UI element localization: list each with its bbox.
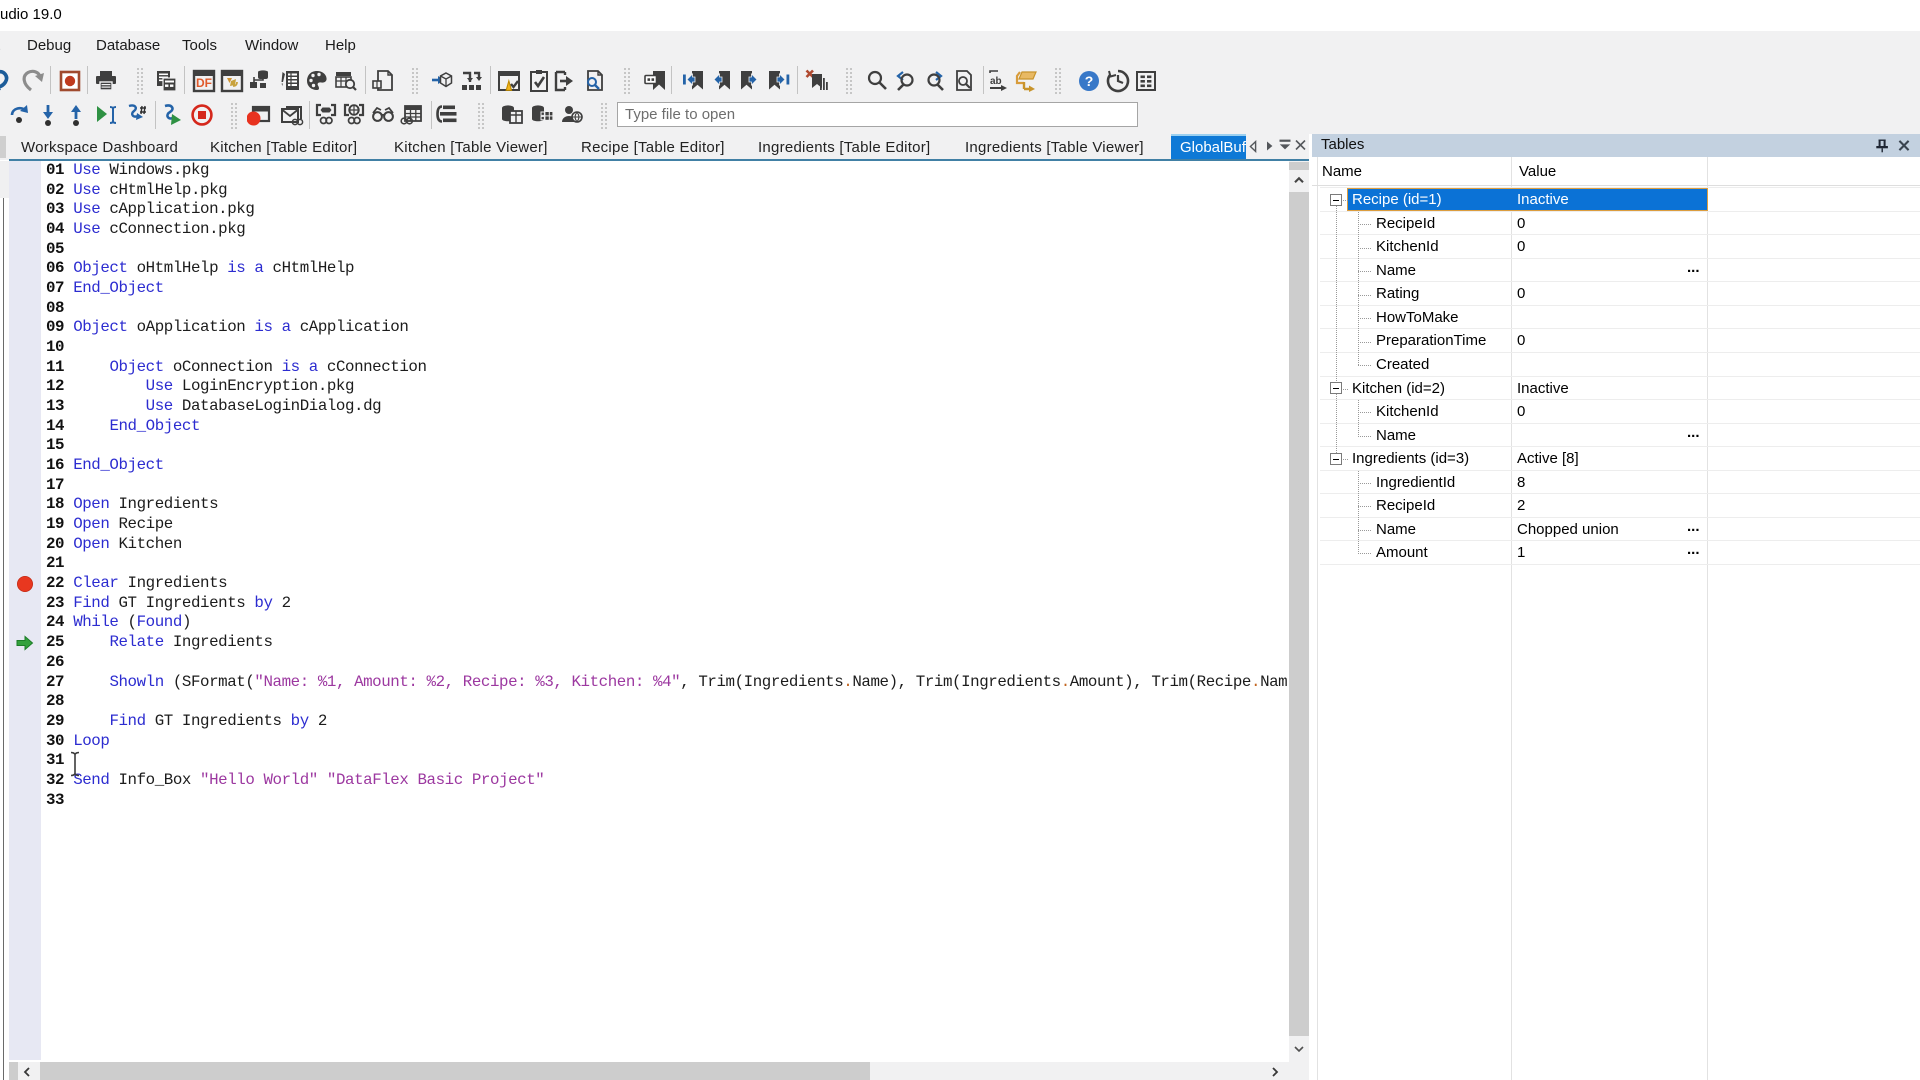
svg-text:ab: ab bbox=[990, 76, 1002, 87]
svg-text:?: ? bbox=[1085, 73, 1094, 89]
svg-text:DF: DF bbox=[196, 76, 212, 90]
